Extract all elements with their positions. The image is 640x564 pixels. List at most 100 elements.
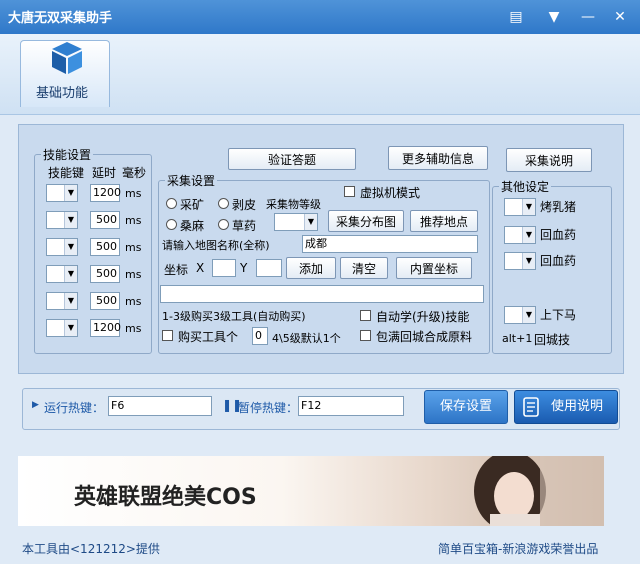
- map-name-prompt: 请输入地图名称(全称): [162, 239, 270, 252]
- footer-publisher[interactable]: 简单百宝箱-新浪游戏荣誉出品: [438, 540, 598, 557]
- vm-mode-label: 虚拟机模式: [360, 186, 421, 200]
- skill-key-select-1[interactable]: ▼: [46, 184, 78, 202]
- dropdown-icon[interactable]: ▼: [544, 7, 564, 27]
- chevron-down-icon: ▼: [64, 293, 77, 309]
- chevron-down-icon: ▼: [64, 320, 77, 336]
- skill-key-select-6[interactable]: ▼: [46, 319, 78, 337]
- chevron-down-icon: ▼: [64, 266, 77, 282]
- radio-mine-label: 采矿: [180, 198, 205, 212]
- radio-skin-label: 剥皮: [232, 198, 257, 212]
- skills-legend: 技能设置: [43, 148, 92, 162]
- delay-input-1[interactable]: 1200: [90, 184, 121, 202]
- radio-herb-label: 草药: [232, 219, 257, 233]
- window-title: 大唐无双采集助手: [8, 11, 113, 26]
- buy-tool-checkbox[interactable]: [162, 330, 173, 341]
- delay-input-5[interactable]: 500: [90, 292, 120, 310]
- mount-key-select[interactable]: ▼: [504, 306, 536, 324]
- skill-key-select-2[interactable]: ▼: [46, 211, 78, 229]
- delay-header: 延时: [92, 166, 117, 180]
- chevron-down-icon: ▼: [522, 227, 535, 243]
- delay-input-3[interactable]: 500: [90, 238, 120, 256]
- radio-hemp-label: 桑麻: [180, 219, 205, 233]
- builtin-coords-button[interactable]: 内置坐标: [396, 257, 472, 279]
- auto-learn-checkbox[interactable]: [360, 310, 371, 321]
- gather-help-button[interactable]: 采集说明: [506, 148, 592, 172]
- buy-count-input[interactable]: 0: [252, 327, 268, 345]
- x-label: X: [196, 261, 205, 275]
- auto-learn-label: 自动学(升级)技能: [376, 310, 470, 324]
- skill-key-select-4[interactable]: ▼: [46, 265, 78, 283]
- chevron-down-icon: ▼: [304, 214, 317, 230]
- alt-key-label: alt+1: [502, 332, 533, 345]
- distribution-map-button[interactable]: 采集分布图: [328, 210, 404, 232]
- x-coord-input[interactable]: [212, 259, 236, 277]
- buy-tool-label: 购买工具个: [178, 330, 239, 344]
- verify-button[interactable]: 验证答题: [228, 148, 356, 170]
- ms-unit: ms: [125, 241, 142, 254]
- return-city-label: 包满回城合成原料: [376, 330, 473, 344]
- buy-info-text: 1-3级购买3级工具(自动购买): [162, 310, 306, 323]
- ms-unit: ms: [125, 214, 142, 227]
- more-info-button[interactable]: 更多辅助信息: [388, 146, 488, 170]
- recommend-location-button[interactable]: 推荐地点: [410, 210, 478, 232]
- close-icon[interactable]: ✕: [610, 7, 630, 27]
- save-settings-button[interactable]: 保存设置: [424, 390, 508, 424]
- run-hotkey-label: 运行热键：: [44, 401, 105, 415]
- footer-provider[interactable]: 本工具由<121212>提供: [22, 540, 160, 557]
- chevron-down-icon: ▼: [64, 185, 77, 201]
- hp-potion-key-select-1[interactable]: ▼: [504, 226, 536, 244]
- chevron-down-icon: ▼: [64, 239, 77, 255]
- radio-hemp[interactable]: [166, 219, 177, 230]
- coord-label: 坐标: [164, 263, 189, 277]
- delay-input-2[interactable]: 500: [90, 211, 120, 229]
- chevron-down-icon: ▼: [522, 199, 535, 215]
- tool-hint-text: 4\5级默认1个: [272, 332, 341, 345]
- radio-herb[interactable]: [218, 219, 229, 230]
- chevron-down-icon: ▼: [522, 253, 535, 269]
- level-label: 采集物等级: [266, 198, 321, 211]
- hp-potion-label-2: 回血药: [540, 254, 577, 268]
- minimize-icon[interactable]: —: [578, 7, 598, 27]
- pause-hotkey-input[interactable]: F12: [298, 396, 404, 416]
- ms-unit: ms: [125, 268, 142, 281]
- vm-mode-checkbox[interactable]: [344, 186, 355, 197]
- document-icon: [523, 397, 539, 417]
- ms-unit: ms: [125, 295, 142, 308]
- return-skill-label: 回城技: [534, 333, 571, 347]
- tab-label: 基础功能: [36, 86, 89, 101]
- pause-hotkey-label: 暂停热键：: [238, 401, 299, 415]
- banner-text[interactable]: 英雄联盟绝美COS: [74, 479, 257, 511]
- skill-key-select-5[interactable]: ▼: [46, 292, 78, 310]
- clear-button[interactable]: 清空: [340, 257, 388, 279]
- help-button-label: 使用说明: [550, 399, 603, 414]
- play-icon: ▶: [32, 400, 39, 410]
- hp-potion-key-select-2[interactable]: ▼: [504, 252, 536, 270]
- roast-pig-key-select[interactable]: ▼: [504, 198, 536, 216]
- radio-mine[interactable]: [166, 198, 177, 209]
- roast-pig-label: 烤乳猪: [540, 200, 577, 214]
- ms-unit: ms: [125, 187, 142, 200]
- return-city-checkbox[interactable]: [360, 330, 371, 341]
- y-coord-input[interactable]: [256, 259, 282, 277]
- add-coord-button[interactable]: 添加: [286, 257, 336, 279]
- cube-icon: [52, 42, 82, 74]
- gather-legend: 采集设置: [167, 174, 216, 188]
- skill-key-select-3[interactable]: ▼: [46, 238, 78, 256]
- ms-header: 毫秒: [122, 166, 147, 180]
- chat-icon[interactable]: ▤: [506, 7, 526, 27]
- ms-unit: ms: [125, 322, 142, 335]
- map-name-input[interactable]: 成都: [302, 235, 478, 253]
- delay-input-4[interactable]: 500: [90, 265, 120, 283]
- coord-list-input[interactable]: [160, 285, 484, 303]
- delay-input-6[interactable]: 1200: [90, 319, 121, 337]
- run-hotkey-input[interactable]: F6: [108, 396, 212, 416]
- mount-label: 上下马: [540, 308, 577, 322]
- y-label: Y: [240, 261, 248, 275]
- radio-skin[interactable]: [218, 198, 229, 209]
- chevron-down-icon: ▼: [64, 212, 77, 228]
- banner-photo: [474, 456, 604, 526]
- chevron-down-icon: ▼: [522, 307, 535, 323]
- other-legend: 其他设定: [501, 180, 550, 194]
- skill-key-header: 技能键: [48, 166, 85, 180]
- level-select[interactable]: ▼: [274, 213, 318, 231]
